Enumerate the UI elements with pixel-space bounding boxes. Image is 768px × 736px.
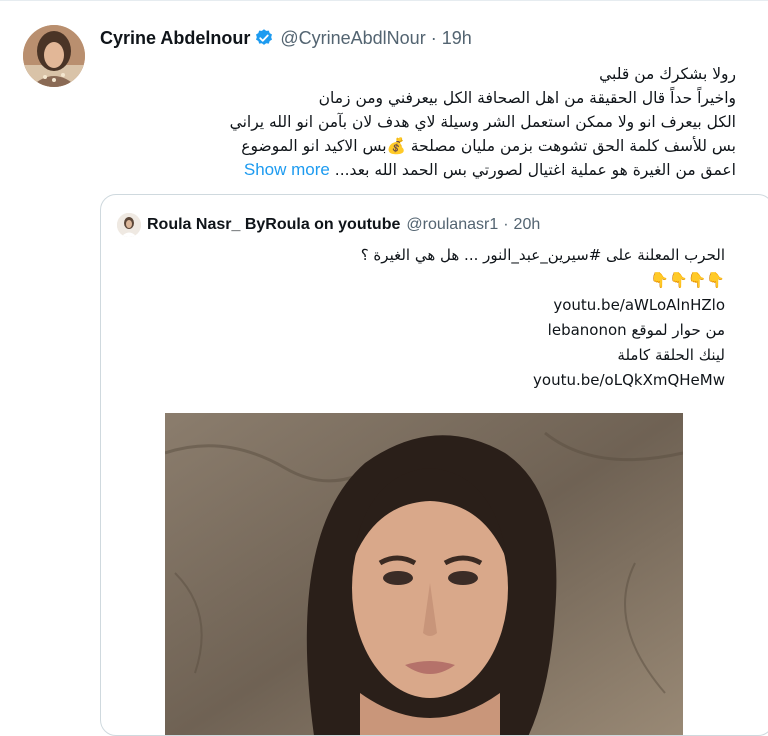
quoted-emoji-line: 👇👇👇👇 [650,271,725,289]
tweet-line: اعمق من الغيرة هو عملية اغتيال لصورتي بس… [334,161,736,179]
tweet-line: الكل بيعرف انو ولا ممكن استعمل الشر وسيل… [229,113,736,131]
author-avatar[interactable] [23,25,85,87]
divider [0,0,768,1]
tweet-line: رولا بشكرك من قلبي [599,65,736,83]
author-name[interactable]: Cyrine Abdelnour [100,28,250,49]
tweet-text: رولا بشكرك من قلبي واخيراً حداً قال الحق… [100,62,736,182]
separator-dot: · [503,216,509,233]
quoted-author-avatar [117,213,141,237]
quoted-line: الحرب المعلنة على #سيرين_عبد_النور ... ه… [360,246,725,264]
author-handle[interactable]: @CyrineAbdlNour [280,28,425,49]
verified-badge-icon [254,28,274,48]
tweet-line: بس للأسف كلمة الحق تشوهت بزمن مليان مصلح… [241,137,736,155]
quoted-author-handle: @roulanasr1 [406,216,499,233]
tweet-line-last: اعمق من الغيرة هو عملية اغتيال لصورتي بس… [100,158,736,182]
quoted-link[interactable]: youtu.be/aWLoAlnHZlo [125,293,725,318]
quoted-tweet[interactable]: Roula Nasr_ ByRoula on youtube @roulanas… [100,194,768,736]
separator-dot: · [430,27,437,48]
quoted-line: لينك الحلقة كاملة [617,346,725,364]
quoted-text: الحرب المعلنة على #سيرين_عبد_النور ... ه… [125,243,725,393]
quoted-author-name: Roula Nasr_ ByRoula on youtube [147,216,401,233]
quoted-time: 20h [513,216,541,233]
quoted-media-image[interactable] [165,413,683,735]
show-more-link[interactable]: Show more [244,158,330,182]
tweet-header: Cyrine Abdelnour @CyrineAbdlNour · 19h [100,26,472,50]
quoted-header: Roula Nasr_ ByRoula on youtube @roulanas… [147,212,540,238]
tweet-line: واخيراً حداً قال الحقيقة من اهل الصحافة … [318,89,736,107]
quoted-link[interactable]: youtu.be/oLQkXmQHeMw [125,368,725,393]
tweet-time[interactable]: 19h [442,28,472,49]
quoted-line: من حوار لموقع lebanonon [547,321,725,339]
